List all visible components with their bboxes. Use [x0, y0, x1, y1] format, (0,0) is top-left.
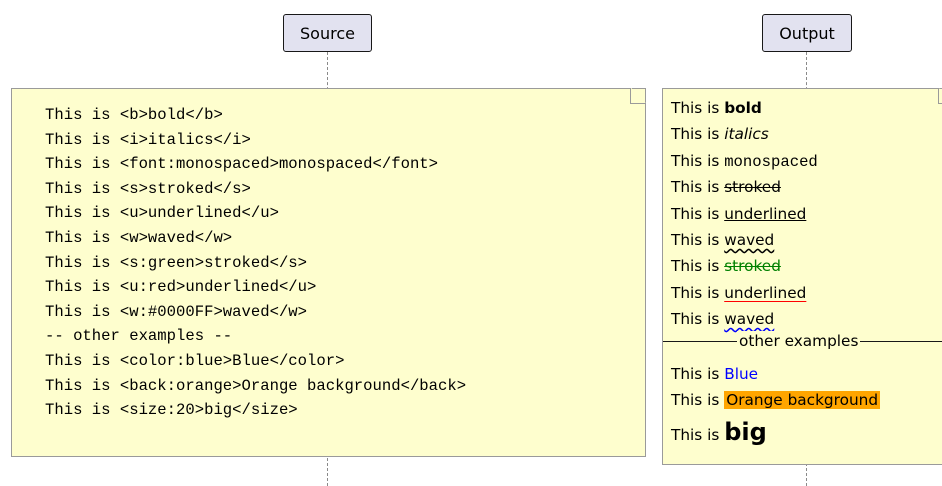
source-code-lines: This is <b>bold</b> This is <i>italics</… [45, 103, 466, 423]
output-line-bold: This is bold [671, 99, 762, 117]
output-line-monospaced: This is monospaced [671, 151, 818, 171]
source-line: This is <color:blue>Blue</color> [45, 351, 345, 370]
source-line: This is <s:green>stroked</s> [45, 253, 308, 272]
stroked-text: stroked [724, 178, 781, 197]
output-line-stroked: This is stroked [671, 178, 781, 197]
output-line-underlined: This is underlined [671, 204, 807, 223]
note-fold-corner [630, 88, 646, 104]
underlined-text: underlined [724, 204, 807, 223]
output-line-waved: This is waved [671, 230, 775, 249]
waved-text: waved [724, 230, 775, 249]
big-text: big [724, 417, 767, 446]
italics-text: italics [724, 125, 769, 144]
output-note: This is bold This is italics This is mon… [662, 88, 942, 465]
source-line: This is <u>underlined</u> [45, 204, 279, 223]
output-line-italics: This is italics [671, 125, 769, 144]
output-participant[interactable]: Output [762, 14, 852, 52]
monospaced-text: monospaced [724, 152, 818, 171]
output-lines-other: This is Blue This is Orange background T… [671, 361, 942, 450]
output-line-big: This is big [671, 417, 767, 446]
source-line: This is <u:red>underlined</u> [45, 278, 317, 297]
blue-text: Blue [724, 365, 759, 383]
output-line-orange: This is Orange background [671, 391, 881, 410]
stroked-green-text: stroked [724, 257, 781, 276]
underlined-red-text: underlined [724, 283, 807, 302]
bold-text: bold [724, 99, 762, 117]
source-line: This is <i>italics</i> [45, 130, 251, 149]
waved-blue-text: waved [724, 310, 775, 329]
output-line-stroked-green: This is stroked [671, 257, 781, 276]
orange-background-text: Orange background [724, 391, 881, 410]
source-line: This is <back:orange>Orange background</… [45, 376, 467, 395]
source-line: This is <s>stroked</s> [45, 179, 251, 198]
output-line-blue: This is Blue [671, 365, 759, 383]
source-note: This is <b>bold</b> This is <i>italics</… [11, 88, 646, 457]
output-lines: This is bold This is italics This is mon… [671, 95, 942, 333]
source-participant[interactable]: Source [283, 14, 372, 52]
output-line-waved-blue: This is waved [671, 310, 775, 329]
output-line-underlined-red: This is underlined [671, 283, 807, 302]
source-line: This is <w>waved</w> [45, 228, 233, 247]
source-line: This is <size:20>big</size> [45, 401, 298, 420]
source-line: This is <b>bold</b> [45, 106, 223, 124]
source-line: -- other examples -- [45, 327, 233, 346]
source-line: This is <w:#0000FF>waved</w> [45, 302, 308, 321]
source-line: This is <font:monospaced>monospaced</fon… [45, 155, 439, 174]
separator-label: other examples [737, 331, 861, 351]
